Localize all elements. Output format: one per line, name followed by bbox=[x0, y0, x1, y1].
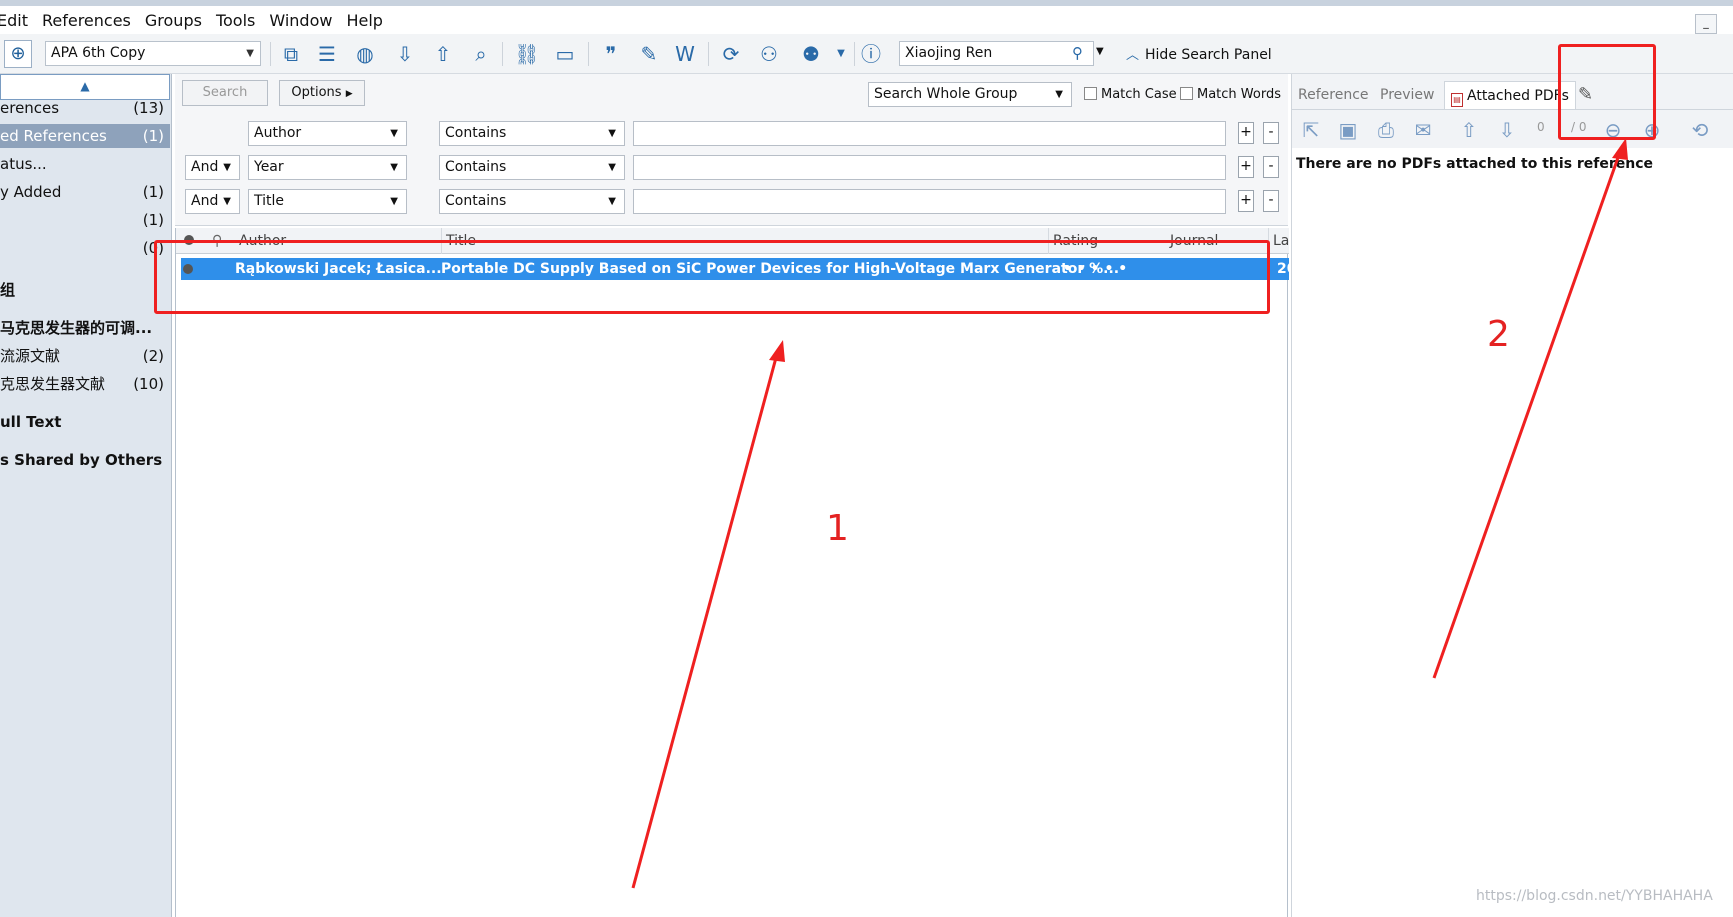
annotation-number-2: 2 bbox=[1487, 314, 1510, 355]
annotation-arrow-2-head bbox=[1612, 138, 1628, 160]
watermark-text: https://blog.csdn.net/YYBHAHAHA bbox=[1476, 888, 1713, 904]
annotation-arrow-1-line bbox=[631, 353, 779, 889]
endnote-window: Edit References Groups Tools Window Help… bbox=[0, 0, 1733, 917]
annotation-number-1: 1 bbox=[826, 508, 849, 549]
annotation-arrow-2-line bbox=[1432, 151, 1622, 679]
annotation-arrows bbox=[631, 138, 1628, 889]
annotation-arrow-1-head bbox=[769, 340, 785, 362]
